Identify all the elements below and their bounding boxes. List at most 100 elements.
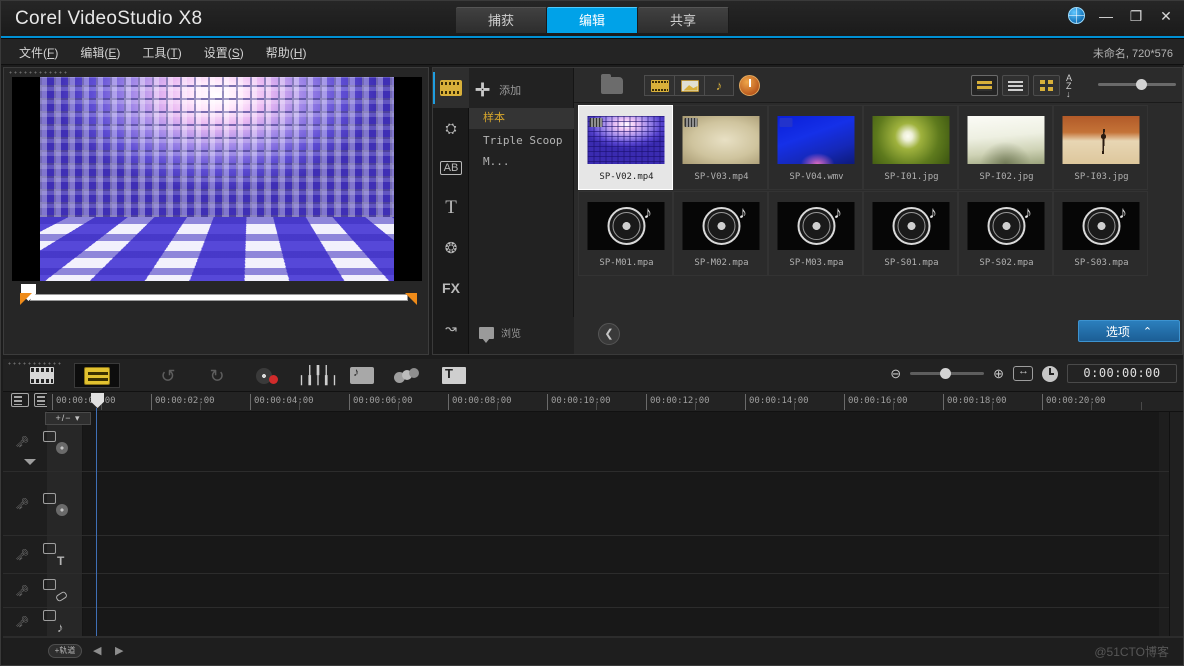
filter-video-button[interactable] bbox=[644, 75, 674, 96]
timer-icon[interactable] bbox=[739, 75, 760, 96]
minimize-button[interactable]: — bbox=[1097, 8, 1115, 24]
ruler-tick: 00:00:04:00 bbox=[250, 394, 314, 410]
tab-edit[interactable]: 编辑 bbox=[547, 7, 638, 33]
filter-music-button[interactable]: ♪ bbox=[704, 75, 734, 96]
track-content-overlay-1[interactable] bbox=[83, 472, 1159, 535]
timeline-playhead-line bbox=[96, 408, 97, 636]
media-item-sp-s02[interactable]: ♪ SP-S02.mpa bbox=[958, 191, 1053, 276]
motion-tracking-button[interactable] bbox=[384, 363, 430, 388]
menu-settings[interactable]: 设置(S) bbox=[204, 44, 244, 61]
track-type-column[interactable] bbox=[47, 608, 83, 636]
sort-az-icon[interactable]: A Z ↓ bbox=[1066, 74, 1090, 97]
track-manager-icon[interactable] bbox=[11, 393, 29, 407]
tab-share[interactable]: 共享 bbox=[638, 7, 729, 33]
clock-icon[interactable] bbox=[1042, 366, 1058, 382]
timeline-zoom-knob[interactable] bbox=[940, 368, 951, 379]
add-track-button[interactable]: +轨道 bbox=[48, 644, 82, 658]
media-item-sp-i02[interactable]: SP-I02.jpg bbox=[958, 105, 1053, 190]
tab-capture[interactable]: 捕获 bbox=[456, 7, 547, 33]
globe-icon[interactable] bbox=[1068, 7, 1085, 24]
panel-grip[interactable] bbox=[8, 70, 68, 75]
folder-item-samples[interactable]: 样本 bbox=[469, 108, 574, 129]
track-content-music-1[interactable] bbox=[83, 608, 1159, 636]
folder-icon[interactable] bbox=[601, 77, 623, 94]
scroll-next-button[interactable]: ▶ bbox=[115, 644, 123, 657]
menu-help[interactable]: 帮助(H) bbox=[266, 44, 307, 61]
timeline-vertical-scrollbar[interactable] bbox=[1169, 412, 1183, 636]
sidebar-item-text[interactable]: T bbox=[433, 188, 469, 228]
library-zoom-knob[interactable] bbox=[1136, 79, 1147, 90]
trim-bar[interactable] bbox=[12, 288, 422, 304]
unlock-icon[interactable]: 🗝 bbox=[15, 497, 29, 510]
expand-track-arrow[interactable] bbox=[24, 459, 36, 465]
unlock-icon[interactable]: 🗝 bbox=[15, 435, 29, 448]
media-item-sp-s01[interactable]: ♪ SP-S01.mpa bbox=[863, 191, 958, 276]
options-button[interactable]: 选项 ⌃ bbox=[1078, 320, 1180, 342]
sidebar-item-title-ab[interactable]: AB bbox=[433, 148, 469, 188]
zoom-out-icon[interactable]: ⊖ bbox=[890, 366, 901, 382]
sidebar-item-transition[interactable]: ⛭ bbox=[433, 108, 469, 148]
storyboard-view-button[interactable] bbox=[19, 363, 65, 388]
record-capture-button[interactable] bbox=[244, 363, 290, 388]
view-grid-button[interactable] bbox=[1033, 75, 1060, 96]
fit-project-icon[interactable] bbox=[1013, 366, 1033, 381]
media-item-sp-m01[interactable]: ♪ SP-M01.mpa bbox=[578, 191, 673, 276]
sidebar-item-path[interactable]: ↝ bbox=[433, 308, 469, 348]
sidebar-item-media[interactable] bbox=[433, 68, 469, 108]
timeline-ruler[interactable]: 00:00:00:00 00:00:02:00 00:00:04:00 00:0… bbox=[47, 392, 1183, 412]
menu-help-accel: H bbox=[294, 46, 303, 60]
maximize-button[interactable]: ❐ bbox=[1127, 8, 1145, 24]
project-duration[interactable]: 0:00:00:00 bbox=[1067, 364, 1177, 383]
media-item-sp-v03[interactable]: SP-V03.mp4 bbox=[673, 105, 768, 190]
track-content-title-1[interactable] bbox=[83, 536, 1159, 573]
sound-mixer-button[interactable] bbox=[339, 363, 385, 388]
library-zoom-slider[interactable] bbox=[1098, 83, 1176, 86]
sidebar-item-fx[interactable]: FX bbox=[433, 268, 469, 308]
close-button[interactable]: ✕ bbox=[1157, 8, 1175, 24]
media-item-sp-i01[interactable]: SP-I01.jpg bbox=[863, 105, 958, 190]
scroll-prev-button[interactable]: ◀ bbox=[93, 644, 101, 657]
media-item-sp-v02[interactable]: SP-V02.mp4 bbox=[578, 105, 673, 190]
view-bars-button[interactable] bbox=[971, 75, 998, 96]
view-list-button[interactable] bbox=[1002, 75, 1029, 96]
unlock-icon[interactable]: 🗝 bbox=[15, 616, 29, 629]
track-type-column[interactable] bbox=[47, 472, 83, 535]
trim-track[interactable] bbox=[30, 294, 408, 301]
media-thumbnail-grid: SP-V02.mp4 SP-V03.mp4 SP-V04.wmv SP-I01.… bbox=[574, 103, 1182, 317]
timeline-view-button[interactable] bbox=[74, 363, 120, 388]
media-item-sp-s03[interactable]: ♪ SP-S03.mpa bbox=[1053, 191, 1148, 276]
media-thumbnail: ♪ bbox=[1062, 202, 1139, 250]
folder-item-triple-scoop[interactable]: Triple Scoop M... bbox=[469, 130, 574, 151]
track-type-column[interactable] bbox=[47, 574, 83, 607]
media-thumbnail bbox=[1062, 116, 1139, 164]
timeline-zoom-slider[interactable] bbox=[910, 372, 984, 375]
sidebar-item-graphic[interactable]: ❂ bbox=[433, 228, 469, 268]
media-item-sp-v04[interactable]: SP-V04.wmv bbox=[768, 105, 863, 190]
add-media-button[interactable]: ✛ 添加 bbox=[475, 82, 521, 98]
title-tool-button[interactable] bbox=[431, 363, 477, 388]
filter-image-button[interactable] bbox=[674, 75, 704, 96]
track-plus-minus-control[interactable]: +/− ▾ bbox=[45, 412, 91, 425]
browse-button[interactable]: 浏览 bbox=[479, 325, 521, 340]
redo-button[interactable]: ↻ bbox=[194, 363, 240, 388]
zoom-in-icon[interactable]: ⊕ bbox=[993, 366, 1004, 382]
unlock-icon[interactable]: 🗝 bbox=[15, 548, 29, 561]
library-scroll-left-button[interactable]: ❮ bbox=[598, 323, 620, 345]
app-window: Corel VideoStudio X8 捕获 编辑 共享 — ❐ ✕ 文件(F… bbox=[0, 0, 1184, 666]
track-content-video-1[interactable] bbox=[83, 412, 1159, 471]
menu-tools[interactable]: 工具(T) bbox=[142, 44, 181, 61]
media-item-sp-m02[interactable]: ♪ SP-M02.mpa bbox=[673, 191, 768, 276]
library-main: ♪ A Z ↓ bbox=[574, 68, 1182, 354]
media-thumbnail: ♪ bbox=[967, 202, 1044, 250]
menu-file[interactable]: 文件(F) bbox=[19, 44, 58, 61]
audio-mixer-button[interactable]: ╷╽╿╽╷ bbox=[294, 363, 340, 388]
track-content-voice-1[interactable] bbox=[83, 574, 1159, 607]
media-item-sp-i03[interactable]: SP-I03.jpg bbox=[1053, 105, 1148, 190]
video-preview[interactable] bbox=[12, 77, 422, 281]
undo-button[interactable]: ↺ bbox=[145, 363, 191, 388]
track-type-column[interactable] bbox=[47, 536, 83, 573]
menu-edit[interactable]: 编辑(E) bbox=[80, 44, 120, 61]
video-frame bbox=[40, 77, 394, 281]
media-item-sp-m03[interactable]: ♪ SP-M03.mpa bbox=[768, 191, 863, 276]
unlock-icon[interactable]: 🗝 bbox=[15, 584, 29, 597]
